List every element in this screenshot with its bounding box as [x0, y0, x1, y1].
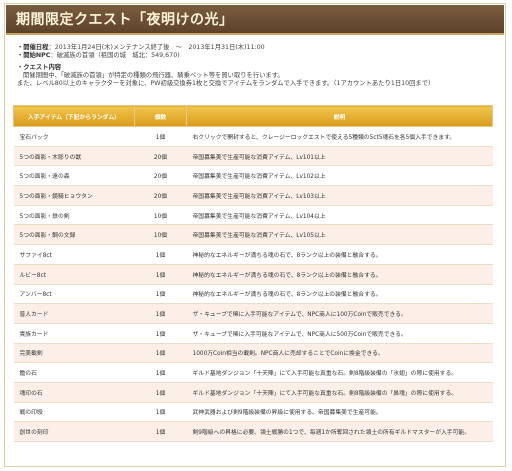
title-bar: 期間限定クエスト「夜明けの光」 — [6, 5, 504, 35]
table-row: 5つの面影・鉄の剣 10個 帝国募集美で生産可能な消費アイテム、Lv104以上 — [13, 205, 493, 226]
table-row: 完美載剣 1個 1000万Coin相当の載剣。NPC商人に売却することでCoinに換… — [13, 343, 493, 364]
qty-cell: 1個 — [134, 303, 187, 324]
desc-cell: ギルド基地ダンジョン「十天陣」にて入手可能な真重な石。剣8階級装備の「氷翅」の際… — [186, 362, 493, 383]
desc-cell: 神秘的なエネルギーが満ちる魂の石で、8ランク以上の装備と融合する。 — [186, 264, 493, 285]
table-row: 魂印の石 1個 ギルド基地ダンジョン「十天陣」にて入手可能な真重な石。剣8階級装備の… — [13, 382, 493, 403]
table-body: 宝石パック 1個 右クリックで開封すると、クレージーロックエストで使える5種類の5c… — [13, 126, 493, 442]
qty-cell: 20個 — [134, 165, 187, 187]
qty-cell: 1個 — [134, 264, 187, 285]
header-desc: 説明 — [186, 105, 493, 127]
description-line-1: 開催期間中、「破滅族の首領」が特定の種類の飛行器、騎乗ペット等を買い取りを行いま… — [23, 72, 284, 79]
item-cell: 魂印の石 — [13, 382, 135, 403]
desc-cell: 帝国募集美で生産可能な消費アイテム、Lv105以上 — [186, 224, 493, 246]
desc-cell: 帝国募集美で生産可能な消費アイテム、Lv104以上 — [186, 205, 493, 226]
npc-label: ・開始NPC — [17, 52, 51, 59]
item-cell: 5つの面影・鋼の文録 — [13, 224, 135, 246]
item-cell: 鑑の石 — [13, 362, 135, 383]
qty-cell: 1個 — [134, 284, 187, 305]
desc-cell: 武神武器および剣9階級装備の昇級に使用する。帝国募集美で生産可能。 — [186, 402, 493, 423]
qty-cell: 20個 — [134, 146, 187, 167]
desc-cell: 帝国募集美で生産可能な消費アイテム、Lv103以上 — [186, 185, 493, 206]
table-row: 5つの面影・鋼の文録 10個 帝国募集美で生産可能な消費アイテム、Lv105以上 — [13, 224, 493, 246]
item-cell: サファイ8ct — [13, 244, 135, 265]
table-row: 戦の印綬 1個 武神武器および剣9階級装備の昇級に使用する。帝国募集美で生産可能。 — [13, 402, 493, 423]
qty-cell: 1個 — [134, 421, 187, 442]
event-info: ・開催日程：2013年1月24日(木)メンテナンス終了後 ～ 2013年1月31… — [17, 44, 497, 88]
item-cell: 完美載剣 — [13, 343, 135, 364]
qty-cell: 10個 — [134, 224, 187, 246]
item-cell: 5つの面影・遠の森 — [13, 165, 135, 187]
period-value: ：2013年1月24日(木)メンテナンス終了後 ～ 2013年1月31日(木)1… — [48, 44, 265, 51]
table-row: サファイ8ct 1個 神秘的なエネルギーが満ちる魂の石で、8ランク以上の装備と融合す… — [13, 244, 493, 265]
period-row: ・開催日程：2013年1月24日(木)メンテナンス終了後 ～ 2013年1月31… — [17, 44, 497, 52]
desc-cell: 帝国募集美で生産可能な消費アイテム、Lv102以上 — [186, 165, 493, 187]
header-qty: 個数 — [134, 105, 187, 127]
reward-table: 入手アイテム（下記からランダム） 個数 説明 宝石パック 1個 右クリックで開封する… — [13, 105, 493, 442]
item-cell: 宝石パック — [13, 126, 135, 147]
table-row: 5つの面影・鏡騎ヒョウタン 20個 帝国募集美で生産可能な消費アイテム、Lv103以… — [13, 185, 493, 206]
table-header-row: 入手アイテム（下記からランダム） 個数 説明 — [13, 105, 493, 127]
description-line-2: また、レベル80以上のキャラクターを対象に、PW初級交換券1枚と交換でアイテムを… — [17, 80, 435, 87]
period-label: ・開催日程 — [17, 44, 49, 51]
table-row: 宝石パック 1個 右クリックで開封すると、クレージーロックエストで使える5種類の5c… — [13, 126, 493, 147]
item-cell: 戦の印綬 — [13, 402, 135, 423]
desc-cell: 神秘的なエネルギーが満ちる魂の石で、8ランク以上の装備と融合する。 — [186, 244, 493, 265]
qty-cell: 1個 — [134, 244, 187, 265]
content-label: ・クエスト内容 — [17, 64, 62, 71]
table-row: アンバー8ct 1個 神秘的なエネルギーが満ちる魂の石で、8ランク以上の装備と融合す… — [13, 284, 493, 305]
desc-cell: 右クリックで開封すると、クレージーロックエストで使える5種類の5ct5魂石を各5… — [186, 126, 493, 147]
content-row: ・クエスト内容 — [17, 64, 497, 72]
table-row: 鑑の石 1個 ギルド基地ダンジョン「十天陣」にて入手可能な真重な石。剣8階級装備の「… — [13, 362, 493, 383]
desc-cell: 1000万Coin相当の載剣。NPC商人に売却することでCoinに換金できる。 — [186, 343, 493, 364]
npc-row: ・開始NPC：破滅族の首領（祖国の城 城北：549,670) — [17, 52, 497, 60]
page-title: 期間限定クエスト「夜明けの光」 — [16, 12, 234, 28]
item-cell: ルビー8ct — [13, 264, 135, 285]
table-row: ルビー8ct 1個 神秘的なエネルギーが満ちる魂の石で、8ランク以上の装備と融合する… — [13, 264, 493, 285]
desc-cell: ザ・キューブで稀に入手可能なアイテムで、NPC商人に500万Coinで販売できる… — [186, 323, 493, 344]
table-row: 貴族カード 1個 ザ・キューブで稀に入手可能なアイテムで、NPC商人に500万Coi… — [13, 323, 493, 344]
item-cell: 創世の刻印 — [13, 421, 135, 442]
item-cell: 5つの面影・鉄の剣 — [13, 205, 135, 226]
item-cell: 貴族カード — [13, 323, 135, 344]
table-row: 5つの面影・遠の森 20個 帝国募集美で生産可能な消費アイテム、Lv102以上 — [13, 165, 493, 187]
qty-cell: 1個 — [134, 323, 187, 344]
qty-cell: 10個 — [134, 205, 187, 226]
desc-cell: ザ・キューブで稀に入手可能なアイテムで、NPC商人に100万Coinで販売できる… — [186, 303, 493, 324]
table-row: 創世の刻印 1個 剣9階級への昇格に必要、領土戦勝の1つで、毎週1か所奪回された領土… — [13, 421, 493, 442]
qty-cell: 1個 — [134, 362, 187, 383]
qty-cell: 1個 — [134, 343, 187, 364]
item-cell: アンバー8ct — [13, 284, 135, 305]
desc-cell: 神秘的なエネルギーが満ちる魂の石で、8ランク以上の装備と融合する。 — [186, 284, 493, 305]
item-cell: 5つの面影・木彫りの獣 — [13, 146, 135, 167]
qty-cell: 1個 — [134, 382, 187, 403]
item-cell: 5つの面影・鏡騎ヒョウタン — [13, 185, 135, 206]
desc-cell: ギルド基地ダンジョン「十天陣」にて入手可能な真重な石。剣8階級装備の「鼻魂」の際… — [186, 382, 493, 403]
qty-cell: 1個 — [134, 402, 187, 423]
qty-cell: 20個 — [134, 185, 187, 206]
desc-cell: 剣9階級への昇格に必要、領土戦勝の1つで、毎週1か所奪回された領土の所有ギルドマ… — [186, 421, 493, 442]
desc-cell: 帝国募集美で生産可能な消費アイテム、Lv101以上 — [186, 146, 493, 167]
table-row: 普人カード 1個 ザ・キューブで稀に入手可能なアイテムで、NPC商人に100万Coi… — [13, 303, 493, 324]
item-cell: 普人カード — [13, 303, 135, 324]
npc-value: ：破滅族の首領（祖国の城 城北：549,670) — [50, 52, 180, 59]
qty-cell: 1個 — [134, 126, 187, 147]
header-item: 入手アイテム（下記からランダム） — [13, 105, 135, 127]
table-row: 5つの面影・木彫りの獣 20個 帝国募集美で生産可能な消費アイテム、Lv101以上 — [13, 146, 493, 167]
